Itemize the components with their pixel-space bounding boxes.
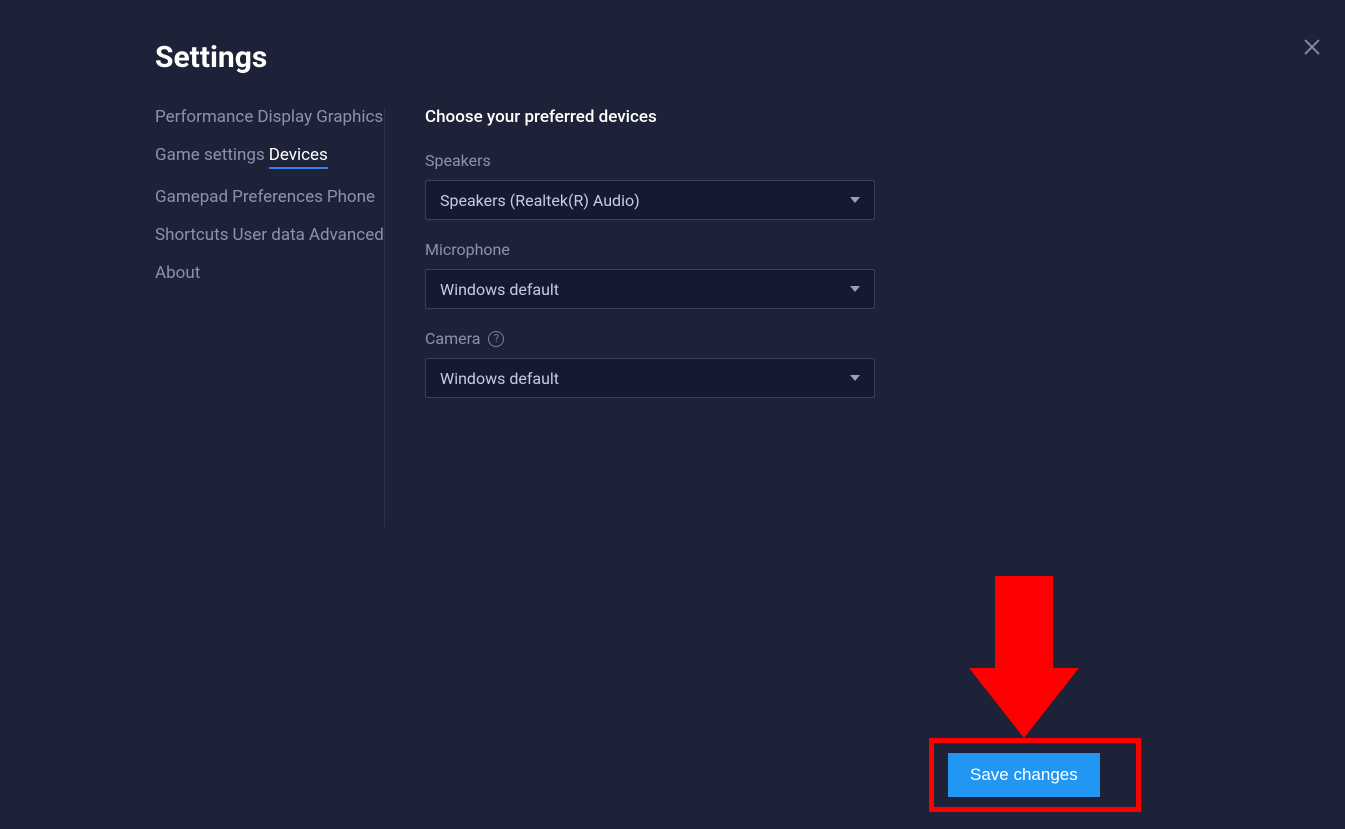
microphone-select[interactable]: Windows default	[425, 269, 875, 309]
sidebar-item-gamepad[interactable]: Gamepad	[155, 187, 228, 207]
sidebar-item-phone[interactable]: Phone	[327, 187, 375, 207]
speakers-value: Speakers (Realtek(R) Audio)	[440, 191, 640, 210]
settings-sidebar: Performance Display Graphics Game settin…	[155, 107, 385, 527]
sidebar-item-preferences[interactable]: Preferences	[232, 187, 323, 207]
page-title: Settings	[155, 40, 1345, 75]
speakers-select[interactable]: Speakers (Realtek(R) Audio)	[425, 180, 875, 220]
camera-field: Camera ? Windows default	[425, 329, 1105, 398]
sidebar-item-about[interactable]: About	[155, 263, 200, 283]
chevron-down-icon	[850, 375, 860, 381]
chevron-down-icon	[850, 286, 860, 292]
sidebar-item-game-settings[interactable]: Game settings	[155, 145, 265, 165]
help-icon[interactable]: ?	[488, 331, 504, 347]
sidebar-item-graphics[interactable]: Graphics	[316, 107, 383, 127]
sidebar-item-performance[interactable]: Performance	[155, 107, 253, 127]
camera-select[interactable]: Windows default	[425, 358, 875, 398]
speakers-label: Speakers	[425, 151, 1105, 170]
sidebar-item-display[interactable]: Display	[257, 107, 312, 127]
microphone-label: Microphone	[425, 240, 1105, 259]
camera-label: Camera	[425, 329, 480, 348]
speakers-field: Speakers Speakers (Realtek(R) Audio)	[425, 151, 1105, 220]
sidebar-item-user-data[interactable]: User data	[232, 225, 304, 245]
devices-panel: Choose your preferred devices Speakers S…	[385, 107, 1105, 418]
camera-value: Windows default	[440, 369, 559, 388]
sidebar-item-shortcuts[interactable]: Shortcuts	[155, 225, 229, 245]
microphone-field: Microphone Windows default	[425, 240, 1105, 309]
sidebar-item-devices[interactable]: Devices	[269, 145, 328, 169]
save-button[interactable]: Save changes	[948, 753, 1100, 797]
microphone-value: Windows default	[440, 280, 559, 299]
close-button[interactable]	[1301, 36, 1323, 58]
sidebar-item-advanced[interactable]: Advanced	[309, 225, 384, 245]
annotation-arrow-icon	[995, 576, 1053, 738]
section-heading: Choose your preferred devices	[425, 107, 1105, 127]
chevron-down-icon	[850, 197, 860, 203]
